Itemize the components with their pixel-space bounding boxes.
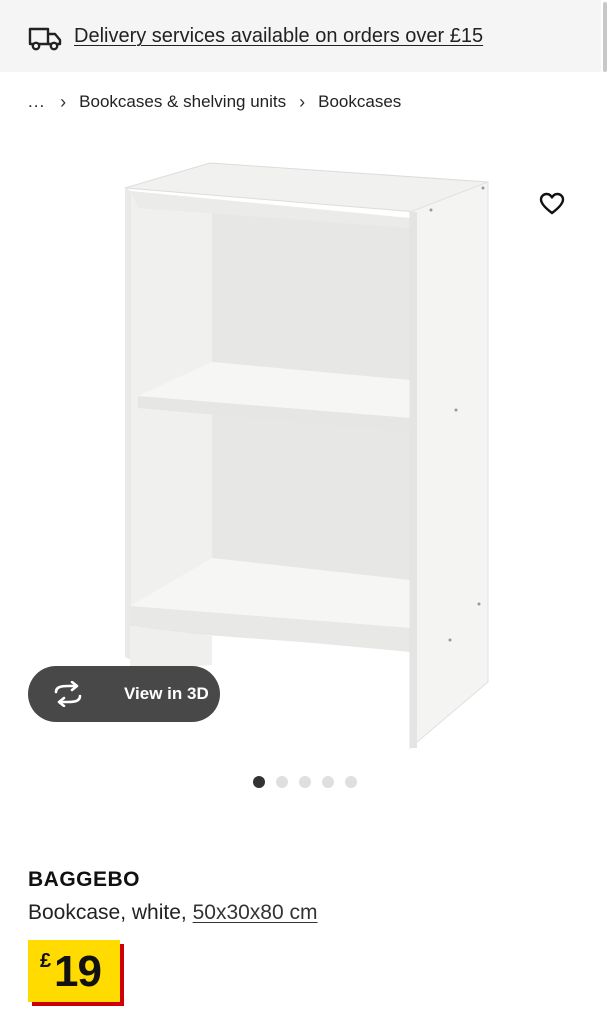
breadcrumb-item-bookcases[interactable]: Bookcases xyxy=(318,92,401,112)
view-in-3d-button[interactable]: View in 3D xyxy=(28,666,220,722)
product-description: Bookcase, white, 50x30x80 cm xyxy=(28,899,318,927)
chevron-right-icon: › xyxy=(60,91,67,112)
price-value: 19 xyxy=(54,947,102,996)
breadcrumb: ... › Bookcases & shelving units › Bookc… xyxy=(28,90,401,114)
carousel-dot-1[interactable] xyxy=(253,776,265,788)
favourite-button[interactable] xyxy=(522,180,582,232)
price-currency: £ xyxy=(40,950,52,972)
view-in-3d-label: View in 3D xyxy=(124,684,209,703)
rotate-3d-icon xyxy=(52,680,84,708)
image-carousel-dots xyxy=(253,776,357,788)
breadcrumb-item-bookcases-shelving-units[interactable]: Bookcases & shelving units xyxy=(79,92,286,112)
carousel-dot-4[interactable] xyxy=(322,776,334,788)
delivery-truck-icon xyxy=(28,25,62,51)
breadcrumb-ellipsis[interactable]: ... xyxy=(28,92,45,112)
delivery-banner: Delivery services available on orders ov… xyxy=(0,0,601,72)
product-measurements-link[interactable]: 50x30x80 cm xyxy=(193,901,318,924)
page-scrollbar[interactable] xyxy=(601,0,609,1024)
scrollbar-thumb[interactable] xyxy=(603,2,607,72)
heart-icon xyxy=(539,192,565,221)
carousel-dot-3[interactable] xyxy=(299,776,311,788)
chevron-right-icon: › xyxy=(299,91,306,112)
product-name: BAGGEBO xyxy=(28,868,141,891)
carousel-dot-5[interactable] xyxy=(345,776,357,788)
delivery-info-link[interactable]: Delivery services available on orders ov… xyxy=(74,22,483,50)
carousel-dot-2[interactable] xyxy=(276,776,288,788)
price-tag: £ 19 xyxy=(28,940,120,1002)
product-description-text: Bookcase, white, xyxy=(28,901,193,924)
